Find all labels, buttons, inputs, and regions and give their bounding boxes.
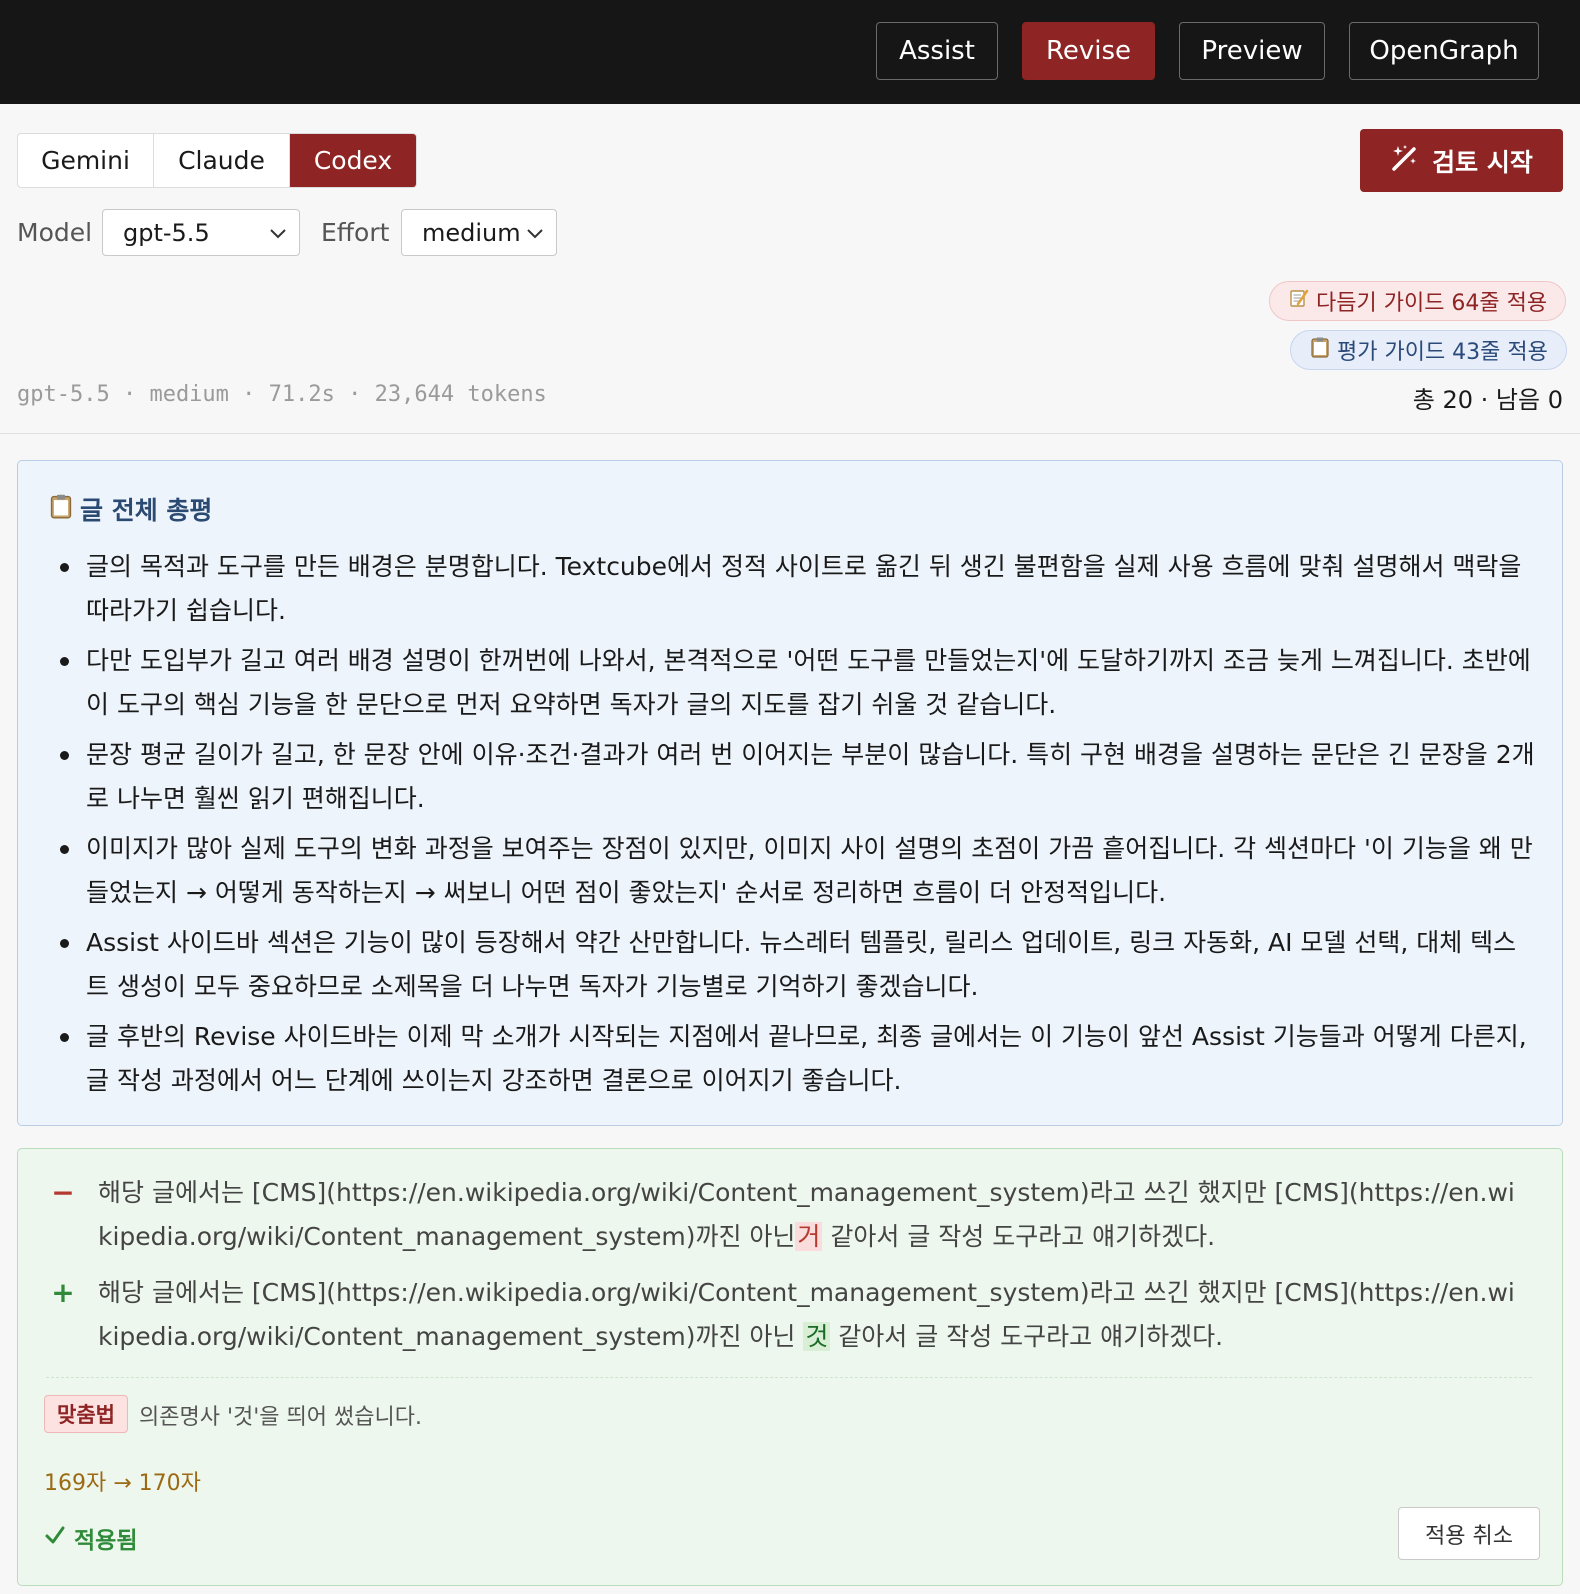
undo-apply-button[interactable]: 적용 취소	[1398, 1507, 1540, 1560]
eval-guide-badge: 평가 가이드 43줄 적용	[1290, 330, 1567, 370]
applied-status-text: 적용됨	[74, 1528, 138, 1554]
diff-removed-after: 같아서 글 작성 도구라고 얘기하겠다.	[822, 1222, 1216, 1251]
suggestion-card: − 해당 글에서는 [CMS](https://en.wikipedia.org…	[17, 1148, 1563, 1586]
start-review-button[interactable]: 검토 시작	[1360, 129, 1563, 192]
chevron-down-icon	[270, 229, 286, 239]
clipboard-icon	[48, 493, 74, 525]
overall-review-title: 글 전체 총평	[48, 491, 212, 527]
applied-status: 적용됨	[44, 1521, 137, 1555]
effort-label: Effort	[321, 218, 390, 247]
tab-codex[interactable]: Codex	[290, 134, 416, 187]
plus-icon: +	[51, 1276, 75, 1309]
diff-added-line: + 해당 글에서는 [CMS](https://en.wikipedia.org…	[50, 1271, 1520, 1359]
chevron-down-icon	[527, 229, 543, 239]
category-tag: 맞춤법	[44, 1395, 128, 1433]
provider-tabs: Gemini Claude Codex	[17, 133, 417, 188]
diff-removed-text: 해당 글에서는 [CMS](https://en.wikipedia.org/w…	[98, 1171, 1520, 1259]
opengraph-button[interactable]: OpenGraph	[1349, 22, 1539, 80]
list-item: 이미지가 많아 실제 도구의 변화 과정을 보여주는 장점이 있지만, 이미지 …	[60, 827, 1536, 915]
list-item: 다만 도입부가 길고 여러 배경 설명이 한꺼번에 나와서, 본격적으로 '어떤…	[60, 639, 1536, 727]
model-select-value: gpt-5.5	[123, 218, 210, 247]
model-select[interactable]: gpt-5.5	[102, 209, 300, 256]
memo-icon	[1288, 287, 1310, 315]
revise-button[interactable]: Revise	[1022, 22, 1155, 80]
clipboard-icon	[1309, 336, 1331, 364]
effort-select[interactable]: medium	[401, 209, 557, 256]
list-item: Assist 사이드바 섹션은 기능이 많이 등장해서 약간 산만합니다. 뉴스…	[60, 921, 1536, 1009]
run-metadata: gpt-5.5 · medium · 71.2s · 23,644 tokens	[17, 382, 547, 407]
polish-guide-text: 다듬기 가이드 64줄 적용	[1316, 291, 1548, 316]
preview-button[interactable]: Preview	[1179, 22, 1325, 80]
effort-select-value: medium	[422, 218, 521, 247]
diff-added-highlight: 것	[803, 1322, 831, 1351]
overall-review-title-text: 글 전체 총평	[80, 496, 213, 525]
model-label: Model	[17, 218, 93, 247]
checkmark-icon	[44, 1524, 66, 1552]
top-toolbar: Assist Revise Preview OpenGraph	[0, 0, 1580, 104]
magic-wand-icon	[1390, 143, 1420, 179]
divider	[46, 1377, 1532, 1378]
assist-button[interactable]: Assist	[876, 22, 998, 80]
suggestion-count: 총 20 · 남음 0	[1412, 386, 1563, 414]
overall-review-list: 글의 목적과 도구를 만든 배경은 분명합니다. Textcube에서 정적 사…	[60, 545, 1536, 1109]
tab-gemini[interactable]: Gemini	[18, 134, 154, 187]
diff-removed-highlight: 거	[795, 1222, 823, 1251]
tab-claude[interactable]: Claude	[154, 134, 290, 187]
change-reason: 의존명사 '것'을 띄어 썼습니다.	[139, 1405, 422, 1430]
list-item: 글의 목적과 도구를 만든 배경은 분명합니다. Textcube에서 정적 사…	[60, 545, 1536, 633]
list-item: 문장 평균 길이가 길고, 한 문장 안에 이유·조건·결과가 여러 번 이어지…	[60, 733, 1536, 821]
list-item: 글 후반의 Revise 사이드바는 이제 막 소개가 시작되는 지점에서 끝나…	[60, 1015, 1536, 1103]
overall-review-card: 글 전체 총평 글의 목적과 도구를 만든 배경은 분명합니다. Textcub…	[17, 460, 1563, 1126]
minus-icon: −	[51, 1176, 75, 1209]
diff-added-text: 해당 글에서는 [CMS](https://en.wikipedia.org/w…	[98, 1271, 1520, 1359]
diff-added-after: 같아서 글 작성 도구라고 얘기하겠다.	[830, 1322, 1224, 1351]
start-review-label: 검토 시작	[1432, 147, 1533, 177]
eval-guide-text: 평가 가이드 43줄 적용	[1337, 340, 1548, 365]
diff-removed-line: − 해당 글에서는 [CMS](https://en.wikipedia.org…	[50, 1171, 1520, 1259]
length-change: 169자 → 170자	[44, 1471, 201, 1496]
polish-guide-badge: 다듬기 가이드 64줄 적용	[1269, 281, 1567, 321]
